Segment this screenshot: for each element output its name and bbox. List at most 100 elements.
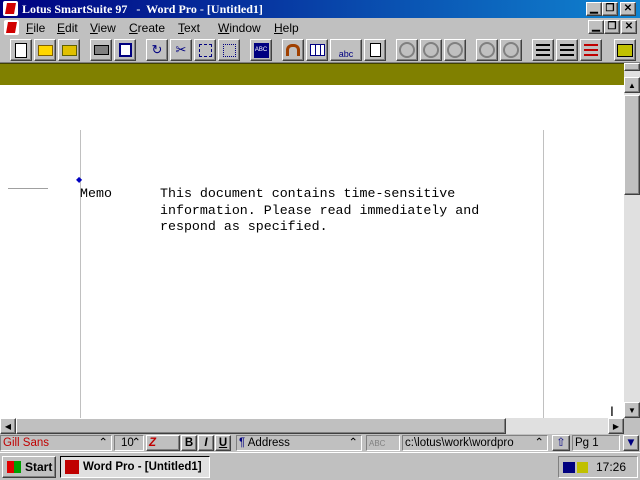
title-bar[interactable]: Lotus SmartSuite 97 - Word Pro - [Untitl… (0, 0, 640, 18)
scroll-left-button[interactable]: ◀ (0, 418, 16, 434)
numbering-button[interactable] (556, 39, 578, 61)
italic-button[interactable] (420, 39, 442, 61)
fast-format-icon (286, 44, 300, 56)
system-tray: 17:26 (558, 456, 638, 478)
bold-button[interactable] (396, 39, 418, 61)
close-button[interactable]: ✕ (620, 2, 636, 16)
paragraph-style-icon: ¶ (239, 437, 246, 449)
word-pro-icon (65, 460, 79, 474)
cut-button[interactable]: ✂ (170, 39, 192, 61)
page-up-icon: ⇧ (556, 437, 566, 449)
insert-frame-button[interactable]: abc (330, 39, 362, 61)
spell-check-button[interactable]: ABC (250, 39, 272, 61)
menu-help[interactable]: Help (274, 21, 299, 35)
horizontal-scrollbar[interactable]: ◀ ▶ (0, 418, 624, 434)
menu-bar: File Edit View Create Text Window Help ▁… (0, 18, 640, 37)
open-button[interactable] (34, 39, 56, 61)
insert-table-button[interactable] (306, 39, 328, 61)
status-menu-button[interactable]: ▼ (623, 435, 639, 451)
menu-window[interactable]: Window (218, 21, 261, 35)
outdent-icon (503, 42, 519, 58)
close-icon: ✕ (623, 3, 633, 14)
paste-icon (222, 43, 236, 57)
divider-line (8, 188, 48, 189)
open-smartmaster-button[interactable] (58, 39, 80, 61)
document-icon[interactable] (4, 20, 19, 35)
memo-line-3: respond as specified. (160, 219, 328, 234)
font-size-selector[interactable]: 10 ⌃ (114, 435, 144, 451)
doc-minimize-button[interactable]: ▁ (588, 20, 604, 34)
arrow-down-icon: ▼ (628, 405, 636, 415)
arrow-right-icon: ▶ (612, 421, 620, 431)
bold-toggle[interactable]: B (181, 435, 197, 451)
text-color-button[interactable]: Z (146, 435, 180, 451)
restore-button[interactable]: ❐ (602, 2, 618, 16)
outdent-button[interactable] (500, 39, 522, 61)
open-smartmaster-icon (61, 44, 77, 56)
new-document-button[interactable] (10, 39, 32, 61)
page-number-indicator[interactable]: Pg 1 (572, 435, 620, 451)
undo-icon: ↻ (151, 42, 163, 57)
underline-text-icon (447, 42, 463, 58)
smarticons-button[interactable] (614, 39, 636, 61)
menu-create[interactable]: Create (129, 21, 165, 35)
taskbar-word-pro-button[interactable]: Word Pro - [Untitled1] (60, 456, 210, 478)
vertical-scroll-thumb[interactable] (624, 95, 640, 195)
print-preview-button[interactable] (114, 39, 136, 61)
menu-view[interactable]: View (90, 21, 116, 35)
left-margin-guide (80, 130, 81, 418)
page-arrow-button[interactable]: ⇧ (552, 435, 570, 451)
color-palette-icon: Z (149, 437, 157, 449)
lotus-app-icon[interactable] (3, 1, 18, 16)
font-name-selector[interactable]: Gill Sans ⌃ (0, 435, 112, 451)
scroll-up-button[interactable]: ▲ (624, 77, 640, 93)
monitor-tray-icon[interactable] (563, 461, 575, 473)
start-button[interactable]: Start (2, 456, 56, 478)
minimize-button[interactable]: ▁ (586, 2, 602, 16)
menu-edit[interactable]: Edit (57, 21, 78, 35)
arrow-left-icon: ◀ (4, 421, 12, 431)
underline-toggle[interactable]: U (215, 435, 231, 451)
doc-restore-button[interactable]: ❐ (604, 20, 620, 34)
undo-button[interactable]: ↻ (146, 39, 168, 61)
minimize-icon: ▁ (592, 21, 600, 32)
horizontal-scroll-thumb[interactable] (16, 418, 506, 434)
restore-icon: ❐ (605, 3, 615, 14)
scroll-right-button[interactable]: ▶ (608, 418, 624, 434)
click-here-button[interactable] (364, 39, 386, 61)
close-icon: ✕ (624, 21, 634, 32)
list-button[interactable] (580, 39, 602, 61)
windows-logo-icon (7, 461, 21, 473)
underline-button[interactable] (444, 39, 466, 61)
memo-line-2: information. Please read immediately and (160, 203, 480, 218)
scroll-top-button[interactable] (624, 63, 640, 71)
clock[interactable]: 17:26 (596, 460, 626, 474)
insert-click-here-icon (369, 43, 381, 57)
paragraph-style-selector[interactable]: ¶ Address ⌃ (236, 435, 362, 451)
spell-status-indicator[interactable]: ABC (366, 435, 400, 451)
ruler-bar[interactable] (0, 63, 628, 85)
print-preview-icon (118, 43, 132, 57)
scroll-down-button[interactable]: ▼ (624, 402, 640, 418)
table-icon (309, 44, 325, 56)
cut-icon: ✂ (175, 42, 187, 57)
menu-text[interactable]: Text (178, 21, 200, 35)
text-cursor-marker-icon: ◆ (76, 175, 83, 184)
right-margin-guide (543, 130, 544, 418)
menu-file[interactable]: File (26, 21, 45, 35)
fast-format-button[interactable] (282, 39, 304, 61)
print-button[interactable] (90, 39, 112, 61)
vertical-scrollbar[interactable]: ▲ ▼ (624, 63, 640, 418)
copy-button[interactable] (194, 39, 216, 61)
italic-text-icon (423, 42, 439, 58)
document-page[interactable]: ◆ Memo This document contains time-sensi… (0, 85, 624, 418)
memo-line-1: This document contains time-sensitive (160, 186, 456, 201)
indent-button[interactable] (476, 39, 498, 61)
italic-toggle[interactable]: I (198, 435, 214, 451)
bullets-button[interactable] (532, 39, 554, 61)
file-path-selector[interactable]: c:\lotus\work\wordpro ⌃ (402, 435, 548, 451)
doc-close-button[interactable]: ✕ (621, 20, 637, 34)
paste-button[interactable] (218, 39, 240, 61)
volume-speaker-icon[interactable] (577, 461, 588, 473)
insert-frame-icon: abc (338, 49, 354, 59)
